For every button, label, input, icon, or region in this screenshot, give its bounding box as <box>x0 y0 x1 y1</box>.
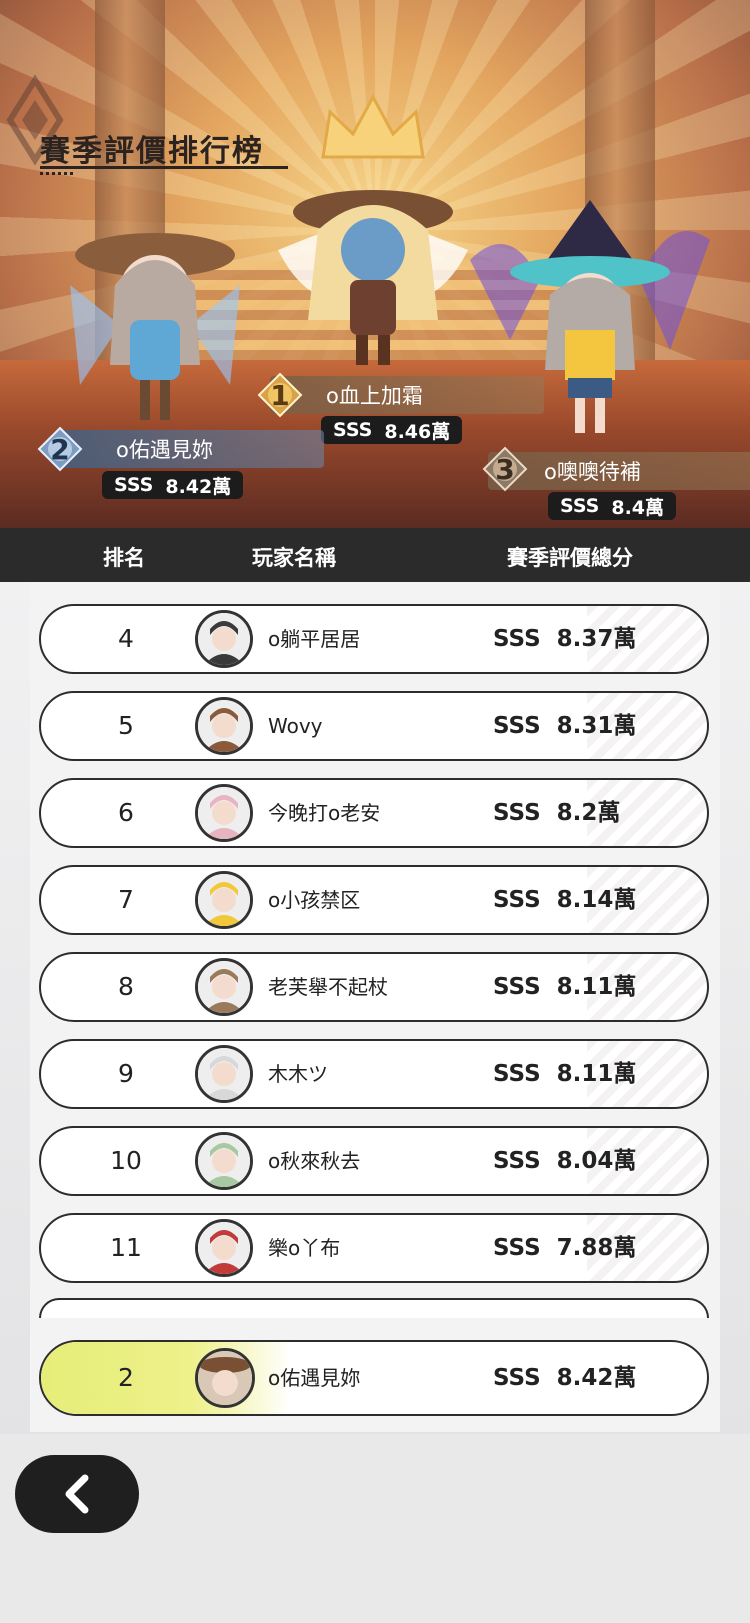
avatar[interactable] <box>195 1045 253 1103</box>
row-score: SSS 8.11萬 <box>493 1061 637 1087</box>
row-score: SSS 7.88萬 <box>493 1235 637 1261</box>
table-row[interactable]: 6 今晚打o老安 SSS 8.2萬 <box>39 778 709 848</box>
avatar[interactable] <box>195 958 253 1016</box>
row-player-name: 樂o丫布 <box>268 1236 341 1260</box>
table-row-partial[interactable] <box>39 1298 709 1318</box>
row-player-name: o佑遇見妳 <box>268 1366 361 1390</box>
avatar[interactable] <box>195 1132 253 1190</box>
row-player-name: 老芙舉不起杖 <box>268 975 388 999</box>
row-score: SSS 8.04萬 <box>493 1148 637 1174</box>
avatar[interactable] <box>195 697 253 755</box>
row-score: SSS 8.37萬 <box>493 626 637 652</box>
row-rank: 11 <box>110 1233 142 1262</box>
avatar[interactable] <box>195 1219 253 1277</box>
table-row[interactable]: 11 樂o丫布 SSS 7.88萬 <box>39 1213 709 1283</box>
row-player-name: o小孩禁区 <box>268 888 361 912</box>
avatar[interactable] <box>195 1348 255 1408</box>
row-rank: 6 <box>118 798 134 827</box>
row-rank: 8 <box>118 972 134 1001</box>
row-rank: 2 <box>118 1363 134 1392</box>
row-score: SSS 8.31萬 <box>493 713 637 739</box>
table-row[interactable]: 10 o秋來秋去 SSS 8.04萬 <box>39 1126 709 1196</box>
row-player-name: o秋來秋去 <box>268 1149 361 1173</box>
avatar[interactable] <box>195 784 253 842</box>
table-row[interactable]: 7 o小孩禁区 SSS 8.14萬 <box>39 865 709 935</box>
avatar[interactable] <box>195 610 253 668</box>
row-player-name: o躺平居居 <box>268 627 361 651</box>
row-score: SSS 8.11萬 <box>493 974 637 1000</box>
row-rank: 4 <box>118 624 134 653</box>
ranking-list[interactable]: 4 o躺平居居 SSS 8.37萬 5 Wovy SSS 8.31萬 6 今晚打o老安 SSS 8.2… <box>0 0 750 1318</box>
row-rank: 7 <box>118 885 134 914</box>
table-row[interactable]: 9 木木ツ SSS 8.11萬 <box>39 1039 709 1109</box>
row-score: SSS 8.42萬 <box>493 1365 637 1391</box>
row-rank: 5 <box>118 711 134 740</box>
row-score: SSS 8.14萬 <box>493 887 637 913</box>
back-button[interactable] <box>15 1455 139 1533</box>
table-row[interactable]: 5 Wovy SSS 8.31萬 <box>39 691 709 761</box>
row-player-name: Wovy <box>268 714 323 738</box>
chevron-left-icon <box>65 1474 89 1514</box>
avatar[interactable] <box>195 871 253 929</box>
row-player-name: 木木ツ <box>268 1062 328 1086</box>
row-score: SSS 8.2萬 <box>493 800 621 826</box>
row-rank: 9 <box>118 1059 134 1088</box>
row-player-name: 今晚打o老安 <box>268 801 381 825</box>
table-row[interactable]: 8 老芙舉不起杖 SSS 8.11萬 <box>39 952 709 1022</box>
row-rank: 10 <box>110 1146 142 1175</box>
my-rank-row[interactable]: 2 o佑遇見妳 SSS 8.42萬 <box>39 1340 709 1416</box>
table-row[interactable]: 4 o躺平居居 SSS 8.37萬 <box>39 604 709 674</box>
